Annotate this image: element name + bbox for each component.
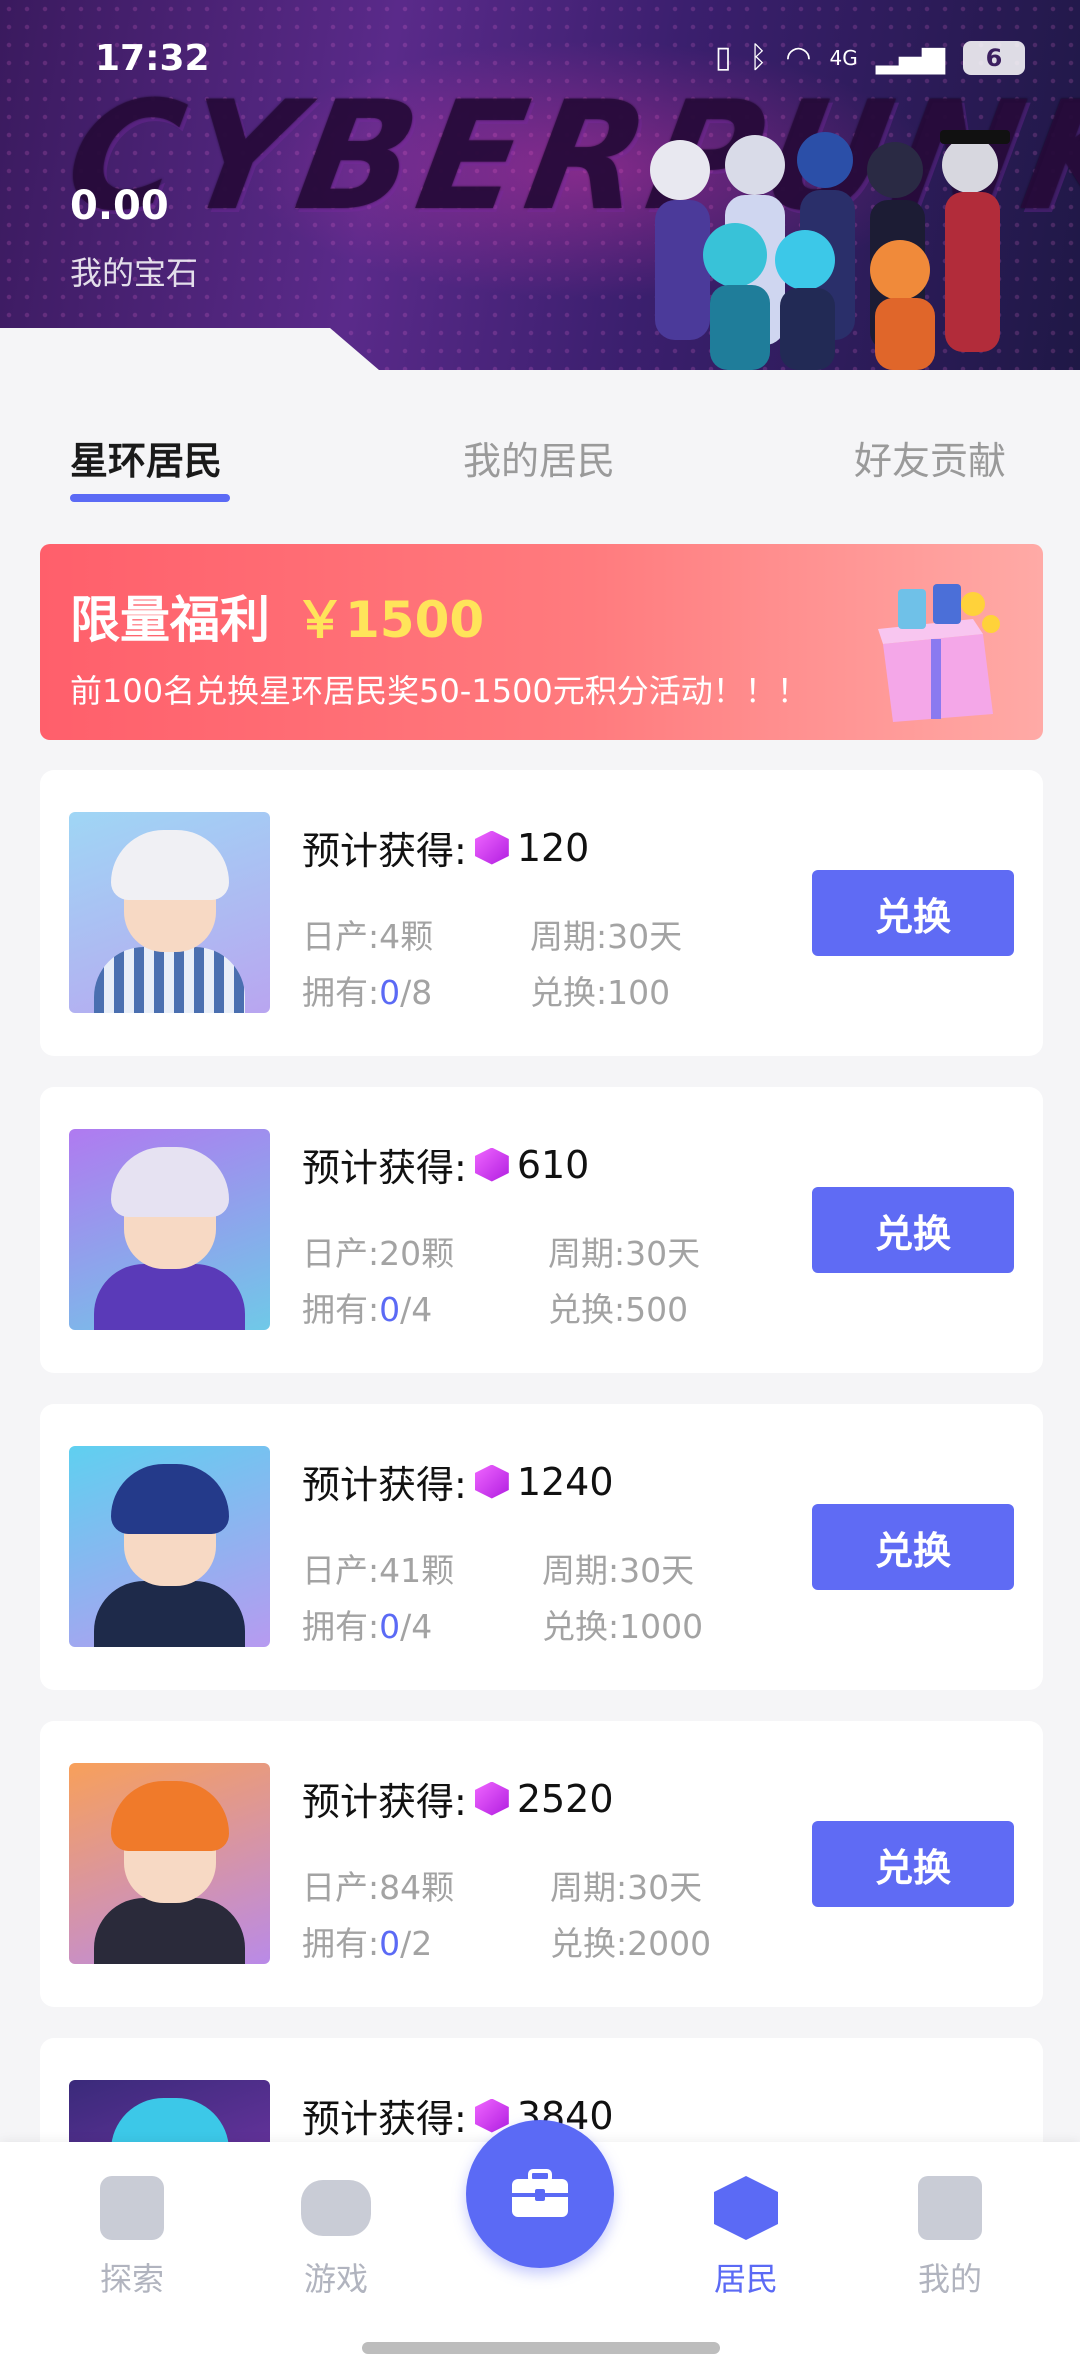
estimated-reward: 预计获得: 2520 — [302, 1776, 614, 1825]
exchange-cost: 兑换:1000 — [542, 1607, 704, 1646]
resident-card: 预计获得: 120 日产:4颗 周期:30天 拥有:0/8 兑换:100 兑换 — [40, 770, 1043, 1056]
promo-description: 前100名兑换星环居民奖50-1500元积分活动！！！ — [70, 672, 809, 710]
tab-friend-contribution[interactable]: 好友贡献 — [854, 430, 1006, 485]
gem-icon — [474, 2098, 509, 2133]
owned-count: 拥有:0/8 — [302, 973, 433, 1012]
cycle: 周期:30天 — [548, 1234, 701, 1273]
tab-bar: 星环居民 我的居民 好友贡献 — [0, 370, 1080, 510]
reward-value: 2520 — [516, 1776, 614, 1821]
battery-icon: 6 — [963, 40, 1025, 75]
network-type: 4G — [829, 45, 858, 70]
resident-avatar — [69, 812, 270, 1013]
promo-banner[interactable]: 限量福利 ￥1500 前100名兑换星环居民奖50-1500元积分活动！！！ — [40, 544, 1043, 740]
estimated-reward: 预计获得: 1240 — [302, 1459, 614, 1508]
nav-games[interactable]: 游戏 — [266, 2176, 406, 2300]
resident-card: 预计获得: 1240 日产:41颗 周期:30天 拥有:0/4 兑换:1000 兑… — [40, 1404, 1043, 1690]
status-time: 17:32 — [95, 38, 210, 79]
daily-output: 日产:41颗 — [302, 1551, 455, 1590]
exchange-button[interactable]: 兑换 — [812, 1504, 1014, 1590]
exchange-cost: 兑换:100 — [530, 973, 671, 1012]
gamepad-icon — [301, 2180, 371, 2236]
status-icons: ▯ ᛒ ◠ 4G ▂▄▆ 6 — [715, 40, 1025, 75]
resident-card: 预计获得: 610 日产:20颗 周期:30天 拥有:0/4 兑换:500 兑换 — [40, 1087, 1043, 1373]
wifi-icon: ◠ — [785, 40, 812, 75]
exchange-button[interactable]: 兑换 — [812, 1187, 1014, 1273]
daily-output: 日产:4颗 — [302, 917, 434, 956]
nav-residents[interactable]: 居民 — [676, 2176, 816, 2300]
owned-count: 拥有:0/4 — [302, 1290, 433, 1329]
gem-balance-value: 0.00 — [70, 183, 169, 229]
reward-value: 120 — [516, 825, 590, 870]
gem-icon — [474, 1781, 509, 1816]
center-action-button[interactable] — [466, 2120, 614, 2268]
exchange-button[interactable]: 兑换 — [812, 870, 1014, 956]
nav-profile[interactable]: 我的 — [880, 2176, 1020, 2300]
promo-title: 限量福利 — [70, 591, 270, 649]
exchange-cost: 兑换:500 — [548, 1290, 689, 1329]
gem-balance-label: 我的宝石 — [70, 254, 199, 292]
estimated-reward: 预计获得: 120 — [302, 825, 590, 874]
cycle: 周期:30天 — [550, 1868, 703, 1907]
bluetooth-icon: ᛒ — [749, 40, 768, 75]
signal-icon: ▂▄▆ — [875, 40, 945, 75]
resident-card: 预计获得: 2520 日产:84颗 周期:30天 拥有:0/2 兑换:2000 兑… — [40, 1721, 1043, 2007]
exchange-button[interactable]: 兑换 — [812, 1821, 1014, 1907]
hero-characters-illustration — [650, 130, 1010, 370]
reward-value: 610 — [516, 1142, 590, 1187]
owned-count: 拥有:0/4 — [302, 1607, 433, 1646]
profile-icon — [918, 2176, 982, 2240]
resident-icon — [714, 2176, 778, 2240]
cycle: 周期:30天 — [530, 917, 683, 956]
resident-avatar — [69, 1446, 270, 1647]
hero-banner: CYBERPUNK 17:32 ▯ ᛒ ◠ 4G ▂▄▆ 6 0.00 我的宝石 — [0, 0, 1080, 370]
home-indicator — [362, 2342, 720, 2354]
resident-avatar — [69, 1763, 270, 1964]
tab-star-residents[interactable]: 星环居民 — [70, 430, 222, 485]
gift-box-icon — [878, 584, 1000, 722]
vibrate-icon: ▯ — [714, 40, 732, 75]
gem-icon — [474, 830, 509, 865]
owned-count: 拥有:0/2 — [302, 1924, 433, 1963]
resident-avatar — [69, 1129, 270, 1330]
reward-value: 1240 — [516, 1459, 614, 1504]
estimated-reward: 预计获得: 610 — [302, 1142, 590, 1191]
bottom-navigation: 探索 游戏 居民 我的 — [0, 2120, 1080, 2374]
exchange-cost: 兑换:2000 — [550, 1924, 712, 1963]
daily-output: 日产:84颗 — [302, 1868, 455, 1907]
gem-icon — [474, 1147, 509, 1182]
gem-icon — [474, 1464, 509, 1499]
cycle: 周期:30天 — [542, 1551, 695, 1590]
active-tab-indicator — [70, 494, 230, 502]
nav-explore[interactable]: 探索 — [62, 2176, 202, 2300]
daily-output: 日产:20颗 — [302, 1234, 455, 1273]
briefcase-icon — [512, 2169, 568, 2217]
promo-amount: ￥1500 — [295, 591, 485, 649]
rocket-icon — [100, 2176, 164, 2240]
tab-my-residents[interactable]: 我的居民 — [463, 430, 615, 485]
